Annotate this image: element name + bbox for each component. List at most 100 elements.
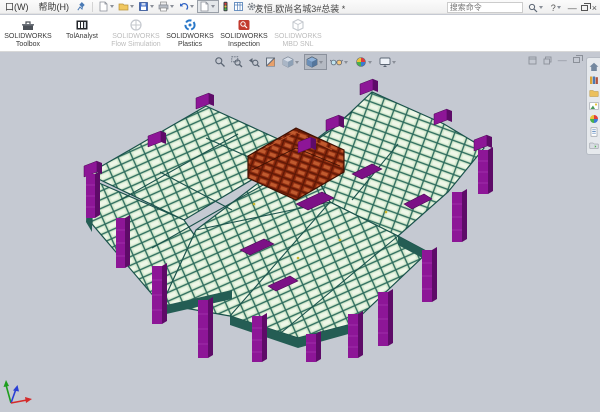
help-label: ?: [551, 3, 556, 13]
addin-inspection[interactable]: SOLIDWORKS Inspection: [217, 17, 271, 49]
chevron-down-icon: [130, 5, 134, 8]
headsup-view-toolbar: [212, 54, 400, 70]
menu-help[interactable]: 帮助(H): [34, 0, 75, 13]
addin-flow-simulation[interactable]: SOLIDWORKS Flow Simulation: [109, 17, 163, 49]
design-library-icon[interactable]: [589, 75, 599, 85]
task-pane-tabs: [586, 57, 600, 155]
help-button[interactable]: ?: [550, 1, 564, 14]
new-document-icon: [98, 1, 109, 12]
hide-show-items-icon: [330, 56, 343, 68]
restore-button[interactable]: [581, 5, 588, 11]
toolbar-separator: [92, 2, 93, 12]
search-button[interactable]: [527, 1, 546, 14]
new-document-button[interactable]: [97, 0, 117, 13]
search-magnifier-icon: [528, 3, 538, 13]
rebuild-traffic-light-icon: [220, 1, 231, 12]
doc-minimize-button[interactable]: —: [558, 55, 567, 65]
custom-properties-icon[interactable]: [589, 127, 599, 137]
graphics-viewport[interactable]: — ×: [0, 52, 600, 412]
chevron-down-icon: [319, 61, 323, 64]
view-palette-icon[interactable]: [589, 101, 599, 111]
previous-view-icon: [248, 56, 260, 68]
addin-solidworks-toolbox[interactable]: SOLIDWORKS Toolbox: [1, 17, 55, 49]
command-search-box[interactable]: [447, 2, 523, 13]
solidworks-window: 口(W) 帮助(H): [0, 0, 600, 412]
chevron-down-icon: [150, 5, 154, 8]
save-button[interactable]: [137, 0, 157, 13]
view-orientation-cube-icon: [282, 56, 294, 68]
chevron-down-icon: [368, 61, 372, 64]
addin-label: SOLIDWORKS Plastics: [163, 33, 217, 49]
display-style-button[interactable]: [304, 54, 327, 70]
menu-bar: 口(W) 帮助(H): [0, 0, 600, 14]
rebuild-button[interactable]: [219, 0, 232, 13]
addin-label: TolAnalyst: [66, 33, 98, 41]
open-icon: [118, 1, 129, 12]
menu-window[interactable]: 口(W): [0, 0, 34, 13]
view-orientation-button[interactable]: [280, 54, 303, 70]
undo-button[interactable]: [177, 0, 197, 13]
zoom-to-fit-button[interactable]: [212, 54, 228, 70]
chevron-down-icon: [392, 61, 396, 64]
zoom-to-area-button[interactable]: [229, 54, 245, 70]
open-button[interactable]: [117, 0, 137, 13]
select-icon: [199, 1, 210, 12]
new-window-icon[interactable]: [528, 56, 537, 65]
print-button[interactable]: [157, 0, 177, 13]
addin-label: SOLIDWORKS Inspection: [217, 33, 271, 49]
plastics-swirl-icon: [183, 18, 197, 32]
zoom-to-fit-icon: [214, 56, 226, 68]
addin-label: SOLIDWORKS MBD SNL: [271, 33, 325, 49]
document-window-controls: — ×: [528, 55, 591, 65]
select-button[interactable]: [197, 0, 219, 13]
toolbox-hammer-icon: [21, 18, 35, 32]
document-title: 友恒.欧尚名城3#总装 *: [255, 2, 346, 15]
save-icon: [138, 1, 149, 12]
cascade-window-icon[interactable]: [543, 56, 552, 65]
chevron-down-icon: [539, 6, 543, 9]
zoom-to-area-icon: [231, 56, 243, 68]
edit-appearance-button[interactable]: [353, 54, 376, 70]
section-view-icon: [265, 56, 277, 68]
chevron-down-icon: [110, 5, 114, 8]
chevron-down-icon: [295, 61, 299, 64]
addin-mbd-snl[interactable]: SOLIDWORKS MBD SNL: [271, 17, 325, 49]
view-settings-button[interactable]: [377, 54, 400, 70]
inspection-magnifier-icon: [237, 18, 251, 32]
section-view-button[interactable]: [263, 54, 279, 70]
chevron-down-icon: [557, 6, 561, 9]
flow-simulation-fan-icon: [129, 18, 143, 32]
file-properties-icon: [233, 1, 244, 12]
minimize-button[interactable]: —: [568, 3, 577, 13]
addin-plastics[interactable]: SOLIDWORKS Plastics: [163, 17, 217, 49]
display-style-icon: [306, 56, 318, 68]
undo-icon: [178, 1, 189, 12]
pin-menu-icon[interactable]: [77, 2, 85, 11]
edit-appearance-ball-icon: [355, 56, 367, 68]
previous-view-button[interactable]: [246, 54, 262, 70]
view-settings-icon: [379, 56, 391, 68]
chevron-down-icon: [344, 61, 348, 64]
addin-label: SOLIDWORKS Flow Simulation: [109, 33, 163, 49]
3d-model-formwork-assembly[interactable]: [0, 52, 600, 412]
search-input[interactable]: [450, 3, 520, 12]
close-button[interactable]: ×: [592, 3, 597, 13]
forum-folder-icon[interactable]: [589, 140, 599, 150]
addin-label: SOLIDWORKS Toolbox: [1, 33, 55, 49]
titlebar-right-controls: ? — ×: [447, 1, 597, 14]
appearances-scenes-ball-icon[interactable]: [589, 114, 599, 124]
hide-show-items-button[interactable]: [328, 54, 352, 70]
doc-restore-button[interactable]: [573, 57, 580, 63]
solidworks-resources-home-icon[interactable]: [589, 62, 599, 72]
print-icon: [158, 1, 169, 12]
addins-toolbar: SOLIDWORKS Toolbox TolAnalyst SOLIDWORKS…: [0, 15, 600, 52]
tolanalyst-icon: [75, 18, 89, 32]
mbd-cube-icon: [291, 18, 305, 32]
chevron-down-icon: [170, 5, 174, 8]
file-explorer-folder-icon[interactable]: [589, 88, 599, 98]
chevron-down-icon: [190, 5, 194, 8]
coordinate-triad: [1, 377, 35, 407]
chevron-down-icon: [211, 5, 215, 8]
addin-tolanalyst[interactable]: TolAnalyst: [55, 17, 109, 41]
file-properties-button[interactable]: [232, 0, 245, 13]
